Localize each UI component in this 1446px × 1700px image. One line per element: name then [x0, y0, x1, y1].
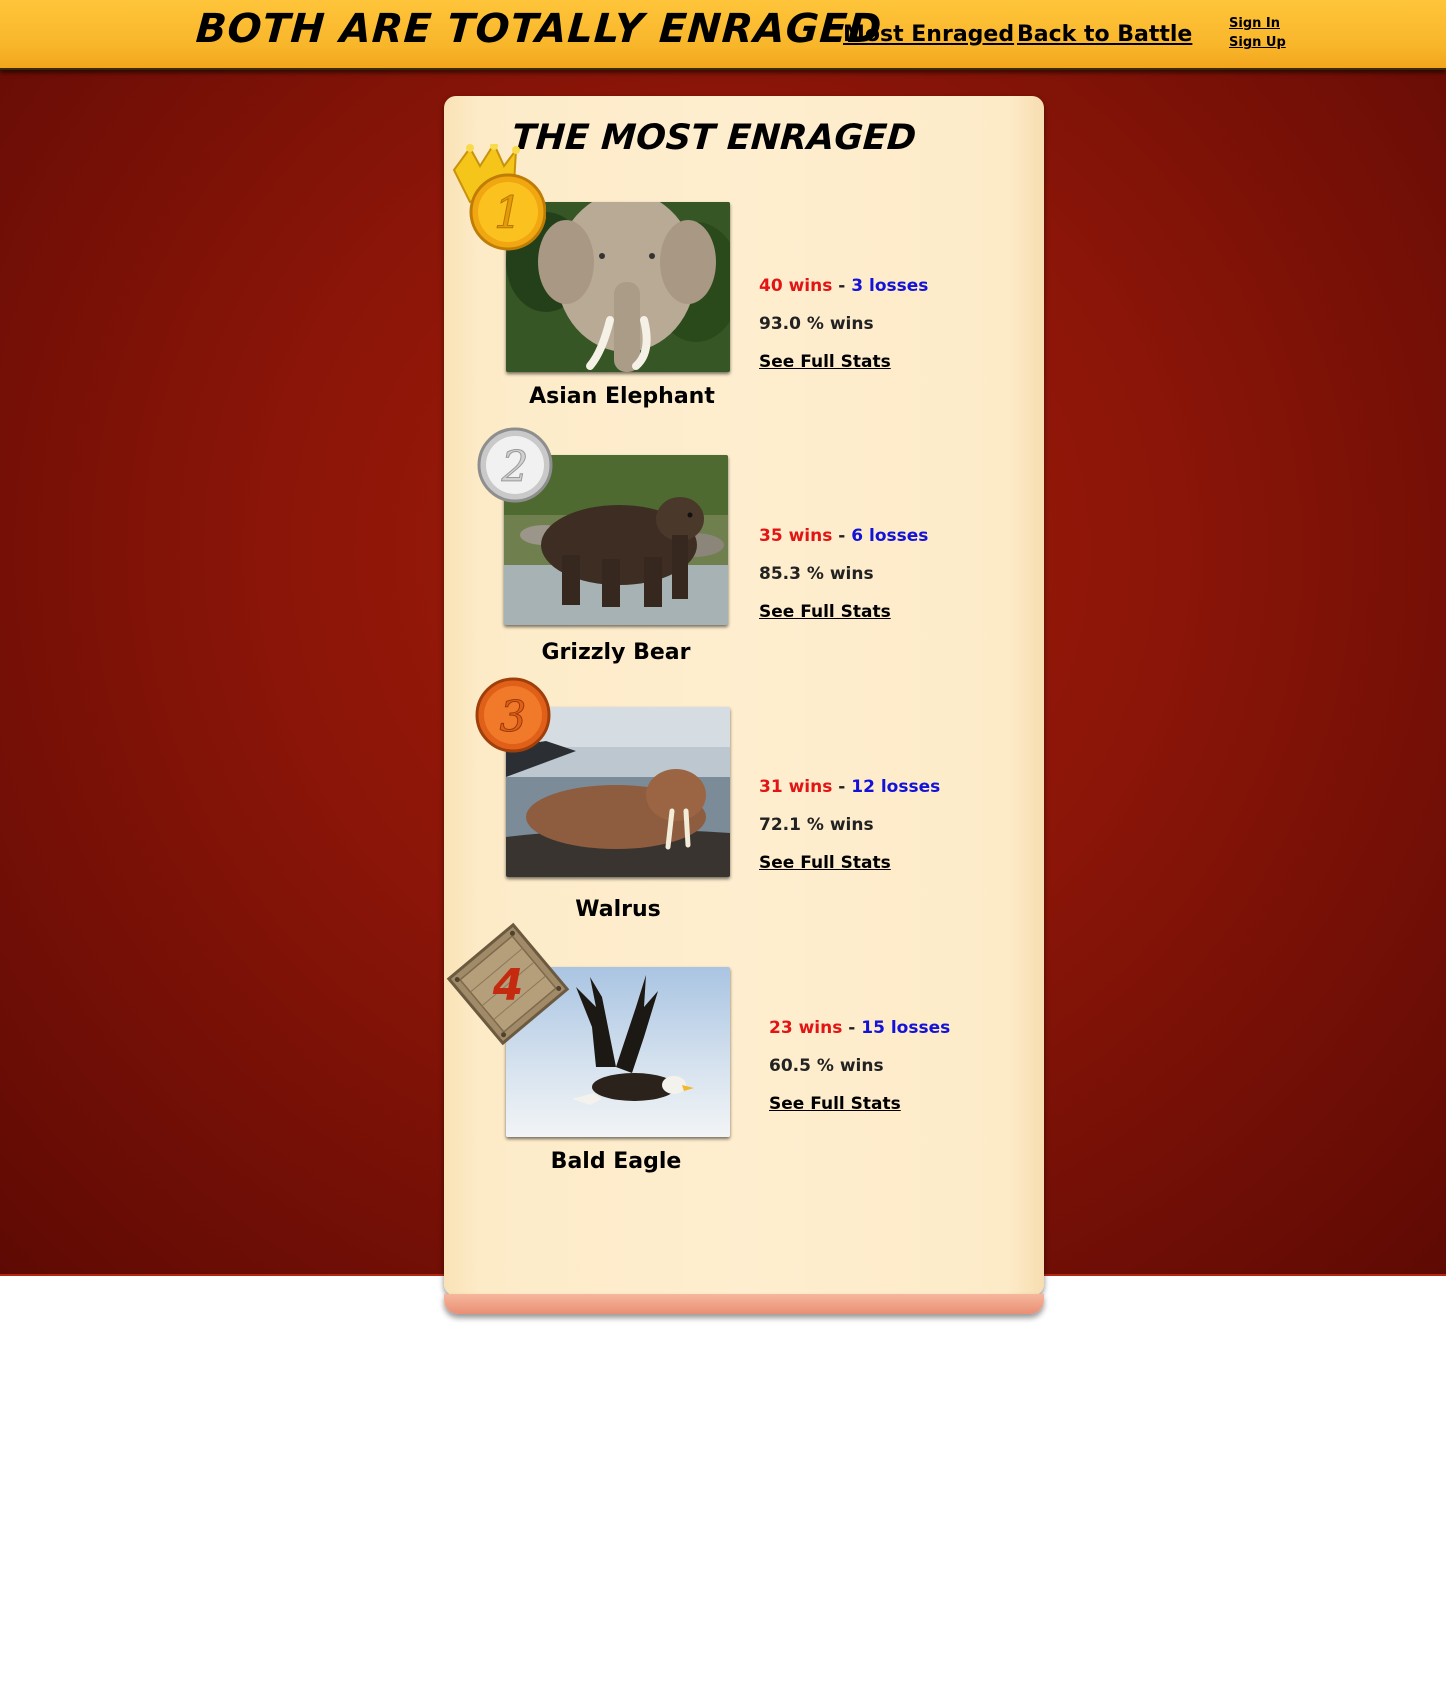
- site-title[interactable]: BOTH ARE TOTALLY ENRAGED: [194, 6, 883, 52]
- win-percentage: 85.3 % wins: [759, 564, 874, 584]
- separator: -: [848, 1018, 856, 1038]
- wooden-plaque-icon: 4: [446, 922, 570, 1050]
- panel-bottom-edge: [444, 1294, 1044, 1314]
- animal-name: Grizzly Bear: [541, 640, 691, 665]
- svg-text:1: 1: [494, 188, 522, 239]
- animal-name: Bald Eagle: [550, 1149, 682, 1174]
- losses-count: 3 losses: [851, 276, 929, 296]
- svg-text:2: 2: [501, 442, 529, 491]
- win-percentage: 93.0 % wins: [759, 314, 874, 334]
- wins-count: 40 wins: [759, 276, 833, 296]
- animal-stats: 40 wins - 3 losses 93.0 % wins See Full …: [759, 276, 928, 390]
- animal-stats: 31 wins - 12 losses 72.1 % wins See Full…: [759, 777, 940, 891]
- separator: -: [838, 777, 846, 797]
- separator: -: [838, 276, 846, 296]
- gold-crown-medal-icon: 1: [450, 141, 547, 256]
- losses-count: 6 losses: [851, 526, 929, 546]
- sign-up-link[interactable]: Sign Up: [1229, 35, 1286, 50]
- animal-name: Asian Elephant: [529, 384, 715, 409]
- svg-text:3: 3: [500, 692, 527, 741]
- bronze-medal-icon: 3: [475, 677, 551, 757]
- see-full-stats-link[interactable]: See Full Stats: [769, 1094, 950, 1132]
- see-full-stats-link[interactable]: See Full Stats: [759, 352, 928, 390]
- nav-back-to-battle[interactable]: Back to Battle: [1017, 22, 1192, 47]
- separator: -: [838, 526, 846, 546]
- see-full-stats-link[interactable]: See Full Stats: [759, 602, 928, 640]
- silver-medal-icon: 2: [477, 427, 553, 507]
- animal-stats: 23 wins - 15 losses 60.5 % wins See Full…: [769, 1018, 950, 1132]
- win-percentage: 72.1 % wins: [759, 815, 874, 835]
- svg-text:4: 4: [492, 960, 524, 1011]
- wins-count: 23 wins: [769, 1018, 843, 1038]
- wins-count: 35 wins: [759, 526, 833, 546]
- animal-name: Walrus: [575, 897, 661, 922]
- animal-stats: 35 wins - 6 losses 85.3 % wins See Full …: [759, 526, 928, 640]
- site-header: BOTH ARE TOTALLY ENRAGED Most Enraged Ba…: [0, 0, 1446, 70]
- see-full-stats-link[interactable]: See Full Stats: [759, 853, 940, 891]
- win-percentage: 60.5 % wins: [769, 1056, 884, 1076]
- nav-most-enraged[interactable]: Most Enraged: [843, 22, 1014, 47]
- wins-count: 31 wins: [759, 777, 833, 797]
- losses-count: 15 losses: [861, 1018, 951, 1038]
- losses-count: 12 losses: [851, 777, 941, 797]
- page-title: THE MOST ENRAGED: [510, 118, 918, 158]
- sign-in-link[interactable]: Sign In: [1229, 16, 1280, 31]
